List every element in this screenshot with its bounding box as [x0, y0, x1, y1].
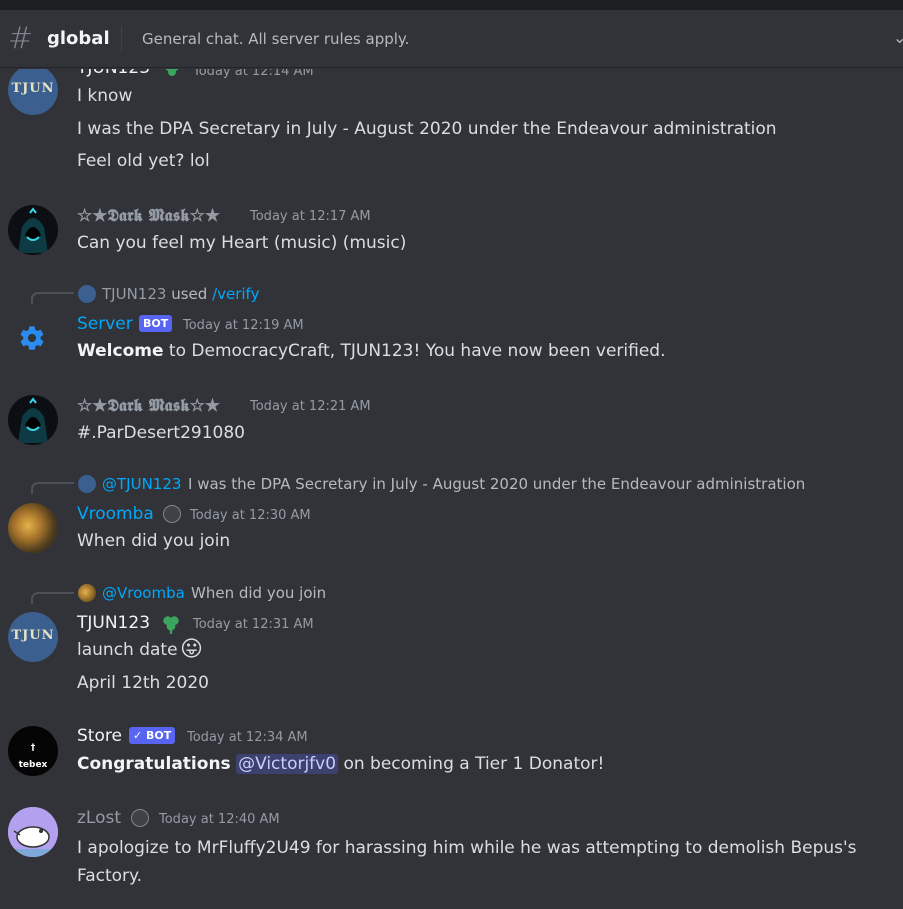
tebex-logo: † tebex [8, 743, 58, 770]
bot-badge: BOT [139, 315, 173, 332]
bold-text: Congratulations [77, 754, 231, 774]
message-text: launch date [77, 640, 178, 660]
message-timestamp[interactable]: Today at 12:34 AM [187, 729, 308, 747]
reply-connector [31, 482, 74, 494]
reply-text[interactable]: I was the DPA Secretary in July - August… [188, 474, 805, 494]
reply-user[interactable]: @Vroomba [102, 583, 185, 603]
message-text: #.ParDesert291080 [77, 423, 245, 443]
message-rest: to DemocracyCraft, TJUN123! You have now… [163, 341, 666, 361]
message-list[interactable]: TJUN TJUN123 Today at 12:14 AM I know I … [0, 69, 903, 909]
message-author[interactable]: TJUN123 [77, 612, 150, 634]
bird-avatar-icon [8, 807, 58, 857]
reply-avatar[interactable] [78, 285, 96, 303]
bold-text: Welcome [77, 341, 164, 361]
reply-text[interactable]: When did you join [191, 583, 326, 603]
message-text: When did you join [77, 531, 231, 551]
avatar[interactable]: TJUN [8, 69, 58, 115]
avatar[interactable] [8, 807, 58, 857]
message-timestamp[interactable]: Today at 12:30 AM [190, 507, 311, 525]
message-author[interactable]: zLost [77, 807, 121, 829]
reply-connector [31, 292, 74, 304]
message-text: Can you feel my Heart (music) (music) [77, 233, 407, 253]
message-text: Welcome to DemocracyCraft, TJUN123! You … [77, 340, 666, 362]
shamrock-icon [163, 616, 179, 634]
message-text: Congratulations @Victorjfv0 on becoming … [77, 753, 604, 775]
channel-topic[interactable]: General chat. All server rules apply. [142, 29, 409, 49]
avatar[interactable] [8, 395, 58, 445]
message-author[interactable]: Server [77, 313, 133, 335]
reply-action: used [171, 285, 208, 303]
reply-avatar[interactable] [78, 475, 96, 493]
message-timestamp[interactable]: Today at 12:21 AM [250, 398, 371, 416]
message-text: April 12th 2020 [77, 673, 209, 693]
message-timestamp[interactable]: Today at 12:40 AM [159, 811, 280, 829]
message-timestamp[interactable]: Today at 12:17 AM [250, 208, 371, 226]
channel-hash-icon: # [8, 21, 34, 56]
message-author[interactable]: TJUN123 [77, 69, 150, 79]
avatar-text: TJUN [11, 81, 55, 96]
message-text: I know [77, 86, 133, 106]
command-link[interactable]: /verify [212, 285, 259, 303]
message-author[interactable]: Vroomba [77, 503, 154, 525]
channel-header: # global General chat. All server rules … [0, 10, 903, 68]
hooded-figure-icon [18, 397, 48, 443]
reply-user[interactable]: TJUN123 [102, 285, 166, 303]
reply-connector [31, 592, 74, 604]
avatar[interactable]: TJUN [8, 612, 58, 662]
window-top-strip [0, 0, 903, 10]
message-author[interactable]: Store [77, 725, 122, 747]
user-mention[interactable]: @Victorjfv0 [236, 754, 339, 774]
header-divider [121, 26, 122, 52]
avatar-text: TJUN [11, 628, 55, 643]
message-timestamp[interactable]: Today at 12:19 AM [183, 317, 304, 335]
message-timestamp[interactable]: Today at 12:31 AM [193, 616, 314, 634]
message-rest: on becoming a Tier 1 Donator! [338, 754, 605, 774]
tongue-emoji[interactable]: 😛 [180, 637, 203, 663]
hooded-figure-icon [18, 207, 48, 253]
message-author[interactable]: ☆★𝕯𝖆𝖗𝖐 𝕸𝖆𝖘𝖐☆★ [77, 395, 220, 417]
reply-user[interactable]: @TJUN123 [102, 474, 181, 494]
message-text: I apologize to MrFluffy2U49 for harassin… [77, 838, 857, 886]
verified-bot-badge: ✓ BOT [129, 727, 176, 744]
channel-name[interactable]: global [47, 27, 110, 51]
message-author[interactable]: ☆★𝕯𝖆𝖗𝖐 𝕸𝖆𝖘𝖐☆★ [77, 205, 220, 227]
gear-icon[interactable] [18, 324, 46, 352]
shamrock-icon [165, 69, 179, 76]
store-logo-text: tebex [18, 760, 48, 770]
avatar[interactable] [8, 205, 58, 255]
message-timestamp[interactable]: Today at 12:14 AM [193, 69, 314, 81]
reply-avatar[interactable] [78, 584, 96, 602]
message-text: I was the DPA Secretary in July - August… [77, 119, 777, 139]
role-badge-icon[interactable] [131, 809, 149, 827]
reply-author[interactable]: TJUN123 used /verify [102, 284, 259, 304]
chevron-down-icon[interactable]: ⌄ [893, 28, 903, 47]
avatar[interactable]: † tebex [8, 726, 58, 776]
message-text: Feel old yet? lol [77, 151, 210, 171]
avatar[interactable] [8, 503, 58, 553]
role-badge-icon[interactable] [163, 505, 181, 523]
